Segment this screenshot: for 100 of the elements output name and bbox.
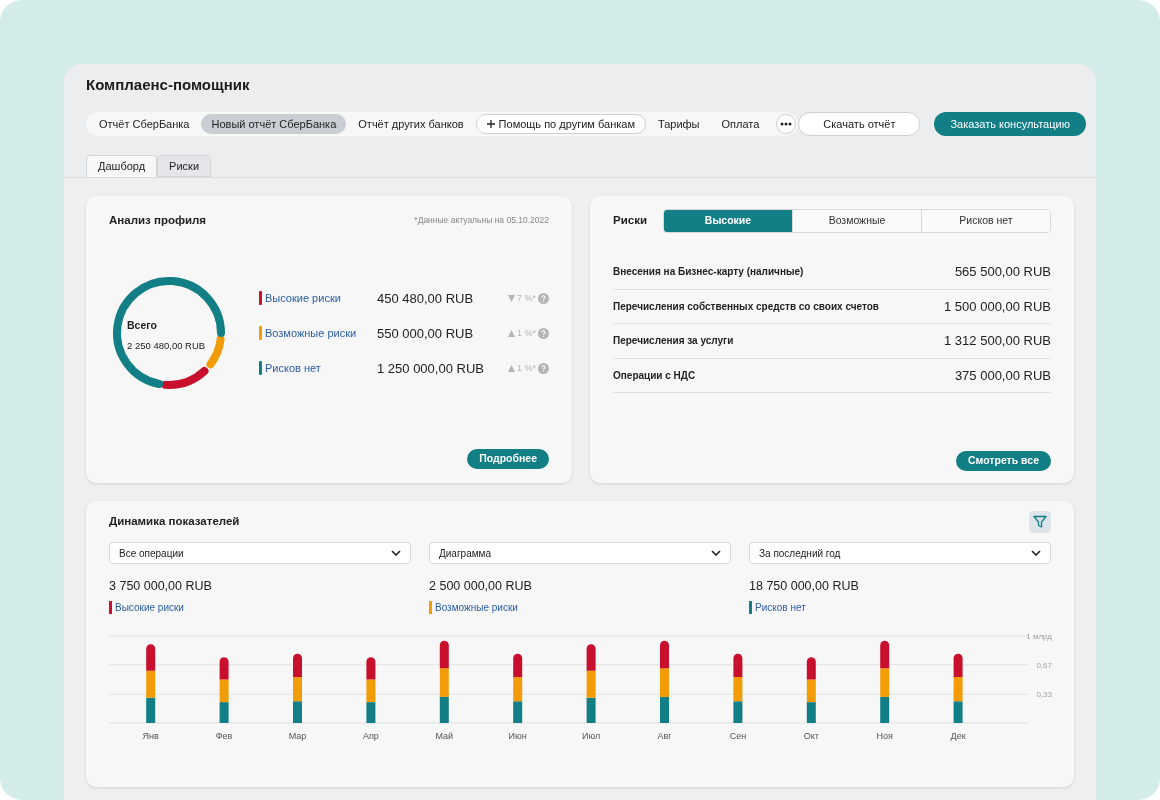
bar-segment [880, 696, 890, 723]
bar-segment [293, 676, 302, 701]
month-label: Мар [288, 730, 307, 741]
bar-segment [366, 679, 376, 702]
card-title: Риски [613, 213, 648, 229]
plus-icon [486, 120, 495, 128]
axis-tick-label: 1 млрд [1026, 631, 1052, 641]
bar-segment [513, 653, 523, 677]
risk-category-link[interactable]: Возможные риски [265, 325, 377, 342]
order-consultation-button[interactable]: Заказать консультацию [934, 112, 1086, 136]
month-label: Июн [508, 730, 527, 741]
help-icon[interactable] [538, 362, 549, 374]
total-amount: 2 500 000,00 RUB [429, 578, 533, 595]
bar-segment [953, 701, 963, 723]
bar-segment [513, 676, 523, 701]
risk-category-link[interactable]: Рисков нет [265, 360, 377, 377]
card-title: Динамика показателей [109, 514, 240, 530]
more-button[interactable] [776, 114, 797, 134]
tab[interactable]: Дашборд [86, 155, 158, 177]
bar-segment [733, 653, 743, 677]
bar-segment [806, 657, 816, 680]
chevron-down-icon [711, 550, 721, 556]
dropdown[interactable]: Все операции [109, 542, 411, 564]
operation-amount: 1 312 500,00 RUB [944, 332, 1051, 350]
bar-segment [146, 670, 156, 698]
bar-segment [806, 679, 816, 702]
risk-amount: 1 250 000,00 RUB [377, 359, 485, 378]
tab[interactable]: Риски [157, 155, 212, 177]
bar-segment [660, 696, 669, 723]
legend-label: Рисков нет [755, 600, 806, 615]
chevron-down-icon [1031, 550, 1041, 556]
help-icon[interactable] [538, 292, 549, 304]
dropdown[interactable]: За последний год [749, 542, 1051, 564]
total-amount: 3 750 000,00 RUB [109, 578, 213, 595]
bar-segment [366, 701, 376, 723]
risk-level-tab[interactable]: Рисков нет [921, 210, 1050, 232]
bar-segment [586, 697, 596, 723]
bar-segment [146, 697, 156, 723]
data-date-note: *Данные актуальны на 05.10.2022 [414, 214, 549, 227]
bar-segment [660, 640, 669, 668]
risk-amount: 450 480,00 RUB [377, 289, 475, 308]
operation-name: Перечисления за услуги [613, 334, 734, 349]
risk-category-link[interactable]: Высокие риски [265, 290, 377, 307]
view-all-button[interactable]: Смотреть все [956, 451, 1051, 471]
month-label: Май [435, 730, 454, 741]
nav-item[interactable]: Новый отчёт СберБанка [201, 114, 347, 134]
nav-item[interactable]: Тарифы [647, 114, 710, 134]
month-label: Июл [581, 730, 601, 741]
filter-button[interactable] [1029, 511, 1051, 533]
axis-tick-label: 0,67 [1036, 660, 1052, 670]
help-icon[interactable] [538, 327, 549, 339]
month-label: Апр [362, 730, 379, 741]
window-title: Комплаенс-помощник [86, 76, 251, 94]
month-label: Сен [729, 730, 747, 741]
change-percent: 1 %* [517, 361, 536, 375]
bar-segment [439, 640, 449, 668]
more-icon [780, 122, 793, 126]
operation-amount: 375 000,00 RUB [954, 366, 1051, 385]
bar-segment [806, 701, 816, 723]
bar-segment [586, 670, 596, 698]
bar-segment [439, 696, 449, 723]
total-amount: 2 250 480,00 RUB [127, 339, 206, 353]
bar-segment [146, 643, 156, 671]
bar-segment [586, 643, 596, 671]
bar-segment [366, 657, 376, 680]
up-triangle-icon [508, 364, 515, 372]
bar-segment [439, 667, 449, 697]
bar-segment [880, 640, 890, 668]
operation-name: Перечисления собственных средств со своих счетов [613, 299, 879, 314]
details-button[interactable]: Подробнее [467, 449, 549, 469]
risk-level-tab[interactable]: Возможные [792, 210, 921, 232]
risk-amount: 550 000,00 RUB [377, 324, 475, 343]
operation-name: Операции с НДС [613, 368, 696, 383]
total-label: Всего [127, 318, 158, 334]
up-triangle-icon [508, 329, 515, 337]
card-title: Анализ профиля [109, 213, 207, 228]
bar-segment [733, 676, 743, 701]
bar-segment [219, 701, 229, 723]
month-label: Авг [657, 730, 672, 741]
operation-amount: 1 500 000,00 RUB [944, 297, 1051, 316]
chevron-down-icon [391, 550, 401, 556]
bar-segment [293, 701, 302, 723]
filter-icon [1033, 515, 1047, 529]
bar-segment [880, 667, 890, 697]
nav-item[interactable]: Оплата [711, 114, 770, 134]
dropdown[interactable]: Диаграмма [429, 542, 731, 564]
bar-segment [733, 701, 743, 723]
download-report-button[interactable]: Скачать отчёт [798, 112, 921, 136]
month-label: Дек [950, 730, 966, 741]
axis-tick-label: 0,33 [1036, 690, 1052, 700]
month-label: Окт [803, 730, 819, 741]
nav-item[interactable]: Отчёт других банков [348, 114, 474, 134]
add-help-button[interactable]: Помощь по другим банкам [475, 114, 646, 134]
legend-label: Высокие риски [115, 600, 184, 615]
nav-item[interactable]: Отчёт СберБанка [89, 114, 200, 134]
change-percent: 1 %* [517, 326, 536, 340]
bar-segment [219, 657, 229, 680]
bar-segment [293, 653, 302, 677]
risk-level-tab[interactable]: Высокие [664, 210, 792, 232]
down-triangle-icon [508, 294, 515, 302]
